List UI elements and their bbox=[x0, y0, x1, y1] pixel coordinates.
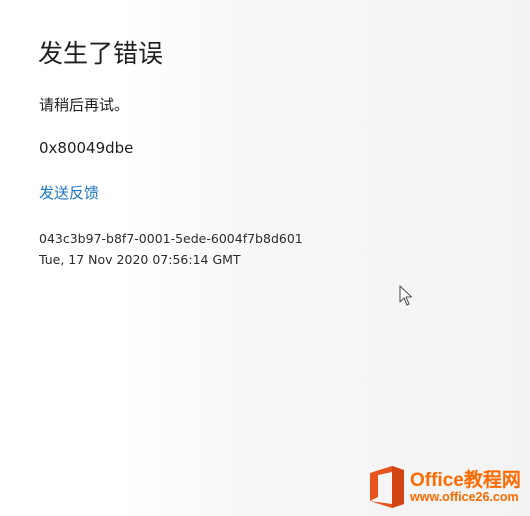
watermark: Office教程网 www.office26.com bbox=[366, 464, 526, 510]
error-code: 0x80049dbe bbox=[39, 139, 134, 157]
error-title: 发生了错误 bbox=[38, 39, 164, 68]
send-feedback-link[interactable]: 发送反馈 bbox=[39, 182, 99, 203]
watermark-url: www.office26.com bbox=[410, 490, 519, 504]
office-logo-icon bbox=[366, 464, 408, 510]
watermark-title: Office教程网 bbox=[410, 470, 521, 491]
error-timestamp: Tue, 17 Nov 2020 07:56:14 GMT bbox=[39, 252, 241, 267]
mouse-pointer-icon bbox=[399, 285, 413, 307]
error-message: 请稍后再试。 bbox=[39, 96, 130, 114]
error-panel: 发生了错误 请稍后再试。 0x80049dbe 发送反馈 043c3b97-b8… bbox=[0, 0, 530, 516]
correlation-id: 043c3b97-b8f7-0001-5ede-6004f7b8d601 bbox=[39, 231, 303, 246]
